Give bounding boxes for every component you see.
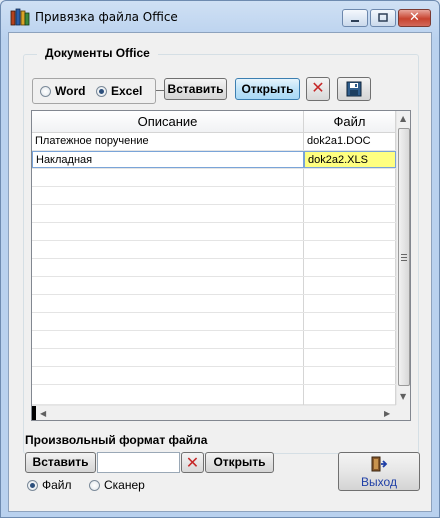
grip-icon <box>401 254 407 261</box>
scanner-source-radio[interactable]: Сканер <box>89 478 145 492</box>
empty-row <box>32 259 396 277</box>
empty-row <box>32 169 396 187</box>
excel-radio-circle[interactable] <box>96 85 107 97</box>
empty-row <box>32 187 396 205</box>
scroll-down-icon[interactable]: ▼ <box>400 392 406 402</box>
delete-document-button[interactable]: ✕ <box>306 77 330 101</box>
file-source-radio[interactable]: Файл <box>27 478 72 492</box>
empty-row <box>32 367 396 385</box>
scanner-radio-circle[interactable] <box>89 479 100 491</box>
custom-file-field[interactable] <box>97 452 180 473</box>
delete-icon: ✕ <box>311 78 325 97</box>
open-custom-file-button[interactable]: Открыть <box>205 452 274 473</box>
empty-row <box>32 295 396 313</box>
empty-row <box>32 205 396 223</box>
vertical-scrollbar[interactable]: ▲ ▼ <box>396 111 410 406</box>
close-icon: ✕ <box>409 10 420 25</box>
file-cell[interactable]: dok2a2.XLS <box>304 151 396 168</box>
word-radio-circle[interactable] <box>40 85 51 97</box>
office-binder-icon <box>10 8 30 26</box>
empty-row <box>32 223 396 241</box>
empty-row <box>32 385 396 405</box>
dialog-window: Привязка файла Office ✕ Документы Office… <box>0 0 440 518</box>
save-document-button[interactable] <box>337 77 371 101</box>
maximize-icon <box>378 13 388 22</box>
empty-row <box>32 241 396 259</box>
delete-icon: ✕ <box>185 453 200 472</box>
insert-custom-file-button[interactable]: Вставить <box>25 452 96 473</box>
column-header-description[interactable]: Описание <box>32 111 304 133</box>
empty-row <box>32 331 396 349</box>
excel-radio[interactable]: Excel <box>96 84 142 98</box>
exit-door-icon <box>371 456 388 472</box>
file-cell[interactable]: dok2a1.DOC <box>304 133 396 150</box>
minimize-icon <box>351 20 359 22</box>
title-bar[interactable]: Привязка файла Office ✕ <box>1 1 439 31</box>
scrollbar-corner <box>396 405 410 420</box>
empty-row <box>32 313 396 331</box>
table-row[interactable]: Накладная dok2a2.XLS <box>32 151 396 169</box>
horizontal-scrollbar[interactable]: ◀ ▶ <box>32 405 396 420</box>
description-cell[interactable]: Накладная <box>32 151 304 168</box>
scanner-radio-label: Сканер <box>104 478 145 492</box>
description-cell[interactable]: Платежное поручение <box>32 133 304 150</box>
connector-line <box>156 90 164 91</box>
exit-label: Выход <box>361 475 397 489</box>
empty-row <box>32 277 396 295</box>
word-radio-label: Word <box>55 84 86 98</box>
floppy-save-icon <box>346 81 362 97</box>
minimize-button[interactable] <box>342 9 368 27</box>
scroll-up-icon[interactable]: ▲ <box>400 114 406 124</box>
empty-row <box>32 349 396 367</box>
custom-format-title: Произвольный формат файла <box>25 433 208 447</box>
window-title: Привязка файла Office <box>35 10 178 24</box>
dialog-client-area: Документы Office Word Excel Вставить Отк… <box>8 32 432 512</box>
column-header-file[interactable]: Файл <box>304 111 396 133</box>
clear-custom-file-button[interactable]: ✕ <box>181 452 204 473</box>
close-button[interactable]: ✕ <box>398 9 431 27</box>
table-row[interactable]: Платежное поручение dok2a1.DOC <box>32 133 396 151</box>
documents-table[interactable]: Описание Файл Платежное поручение dok2a1… <box>31 110 411 421</box>
file-radio-label: Файл <box>42 478 72 492</box>
maximize-button[interactable] <box>370 9 396 27</box>
file-radio-circle[interactable] <box>27 479 38 491</box>
vertical-scroll-thumb[interactable] <box>398 128 410 386</box>
row-marker-indicator <box>32 406 36 420</box>
insert-document-button[interactable]: Вставить <box>164 78 227 100</box>
open-document-button[interactable]: Открыть <box>235 78 300 100</box>
word-radio[interactable]: Word <box>40 84 85 98</box>
scroll-left-icon[interactable]: ◀ <box>40 409 46 419</box>
excel-radio-label: Excel <box>111 84 143 98</box>
documents-group-title: Документы Office <box>37 46 158 60</box>
exit-button[interactable]: Выход <box>338 452 420 491</box>
scroll-right-icon[interactable]: ▶ <box>384 409 390 419</box>
